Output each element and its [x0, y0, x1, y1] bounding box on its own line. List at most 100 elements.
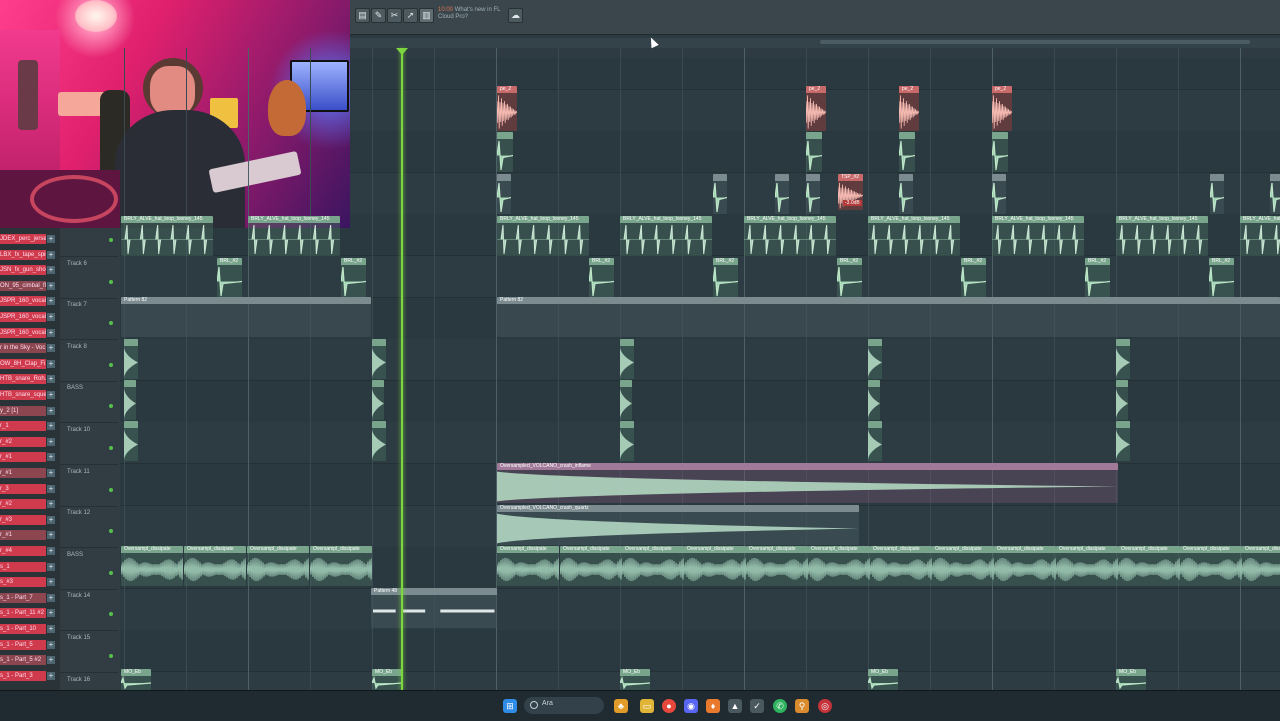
channel-item[interactable]: r_1 +	[0, 421, 56, 432]
playlist-clip[interactable]: Oversampl_dissipate	[310, 546, 372, 586]
channel-item[interactable]: r in the Sky - Voc... +	[0, 343, 56, 354]
channel-item[interactable]: s_1 - Part_5 #2 +	[0, 655, 56, 666]
track-header[interactable]: Track 7	[60, 299, 118, 341]
playlist-lane[interactable]	[120, 380, 1280, 423]
playlist-clip[interactable]	[1210, 174, 1224, 214]
playlist-clip[interactable]: BRL_#2	[589, 258, 614, 298]
playlist-clip[interactable]	[992, 174, 1006, 214]
fl-studio-running-icon[interactable]: ♦	[706, 699, 720, 713]
channel-item[interactable]: r_#2 +	[0, 436, 56, 448]
channel-item[interactable]: HTB_snare_Roh... +	[0, 374, 56, 385]
playlist-clip[interactable]	[372, 339, 386, 379]
track-header[interactable]: BASS	[60, 549, 118, 590]
playlist-clip[interactable]: BRLY_ALVE_hat_loop_looney_145	[744, 216, 836, 256]
channel-name[interactable]: HTB_snare_squea...	[0, 390, 46, 400]
playlist-clip[interactable]: BRLY_ALVE_hat_loop_looney_145	[121, 216, 213, 256]
playlist-clip[interactable]	[899, 174, 913, 214]
playlist-clip[interactable]	[868, 339, 882, 379]
playlist-clip[interactable]	[775, 174, 789, 214]
channel-add-icon[interactable]: +	[47, 547, 55, 555]
playlist-clip[interactable]: BRLY_ALVE_hat_loop_looney_145	[992, 216, 1084, 256]
channel-add-icon[interactable]: +	[47, 235, 55, 243]
channel-add-icon[interactable]: +	[47, 469, 55, 477]
channel-item[interactable]: JSPR_160_vocal... +	[0, 327, 56, 339]
playlist-clip[interactable]: BRLY_ALVE_hat_loop_looney_145	[1116, 216, 1208, 256]
playlist-clip[interactable]: Oversampl_dissipate	[184, 546, 246, 586]
playlist-clip[interactable]: Oversampl_dissipate	[247, 546, 309, 586]
playlist-lane[interactable]	[120, 422, 1280, 465]
channel-item[interactable]: s_1 - Part_3 +	[0, 670, 56, 682]
channel-item[interactable]: JSPR_160_vocal... +	[0, 312, 56, 323]
channel-name[interactable]: s_1 - Part_3	[0, 670, 46, 681]
channel-add-icon[interactable]: +	[47, 515, 55, 524]
channel-name[interactable]: r_#2	[0, 499, 46, 510]
channel-name[interactable]: JDEX_perc_jersey...	[0, 234, 46, 244]
playlist-clip[interactable]	[124, 380, 136, 420]
playlist-clip[interactable]: Oversampl_dissipate	[1242, 546, 1280, 586]
check-icon[interactable]: ✓	[750, 699, 764, 713]
playlist-clip[interactable]: BRL_#2	[1209, 258, 1234, 298]
playlist-clip[interactable]: pe_2	[806, 86, 826, 131]
brush-icon[interactable]: ✎	[371, 8, 386, 23]
track-mute-led[interactable]	[109, 238, 113, 242]
channel-add-icon[interactable]: +	[47, 484, 55, 493]
channel-name[interactable]: r_#4	[0, 546, 46, 556]
track-mute-led[interactable]	[109, 529, 113, 534]
channel-item[interactable]: OW_8H_Clap_Fi... +	[0, 358, 56, 370]
playlist-lane[interactable]	[120, 339, 1280, 382]
channel-add-icon[interactable]: +	[47, 562, 55, 571]
playlist-clip[interactable]	[1116, 421, 1130, 461]
playlist-clip[interactable]	[124, 339, 138, 379]
channel-item[interactable]: r_#1 +	[0, 468, 56, 479]
paste-icon[interactable]: ▤	[355, 8, 370, 23]
channel-add-icon[interactable]: +	[47, 453, 55, 462]
channel-add-icon[interactable]: +	[47, 359, 55, 368]
playlist-clip[interactable]: BRLY_ALVE_hat_loop_looney_145	[248, 216, 340, 256]
channel-name[interactable]: OW_8H_Clap_Fi...	[0, 358, 46, 369]
playlist-clip[interactable]	[620, 380, 632, 420]
playlist-clip[interactable]: Oversampl_dissipate	[560, 546, 622, 586]
zoom-icon[interactable]: ▥	[419, 8, 434, 23]
channel-name[interactable]: JSPR_160_vocal...	[0, 296, 46, 307]
channel-name[interactable]: LBX_fx_tape_spinba...	[0, 249, 46, 260]
track-header[interactable]: Track 12	[60, 507, 118, 549]
playlist-clip[interactable]	[899, 132, 915, 172]
playlist-clip[interactable]	[1116, 339, 1130, 379]
file-explorer-icon[interactable]: ▭	[640, 699, 654, 713]
channel-add-icon[interactable]: +	[47, 671, 55, 680]
timeline-ruler[interactable]	[350, 48, 1280, 58]
track-mute-led[interactable]	[109, 612, 113, 617]
playlist-clip[interactable]	[372, 380, 384, 420]
playlist-clip[interactable]: Oversampl_dissipate	[1118, 546, 1180, 586]
select-icon[interactable]: ➚	[403, 8, 418, 23]
playlist-clip[interactable]	[372, 421, 386, 461]
track-header[interactable]: Track 11	[60, 466, 118, 507]
channel-add-icon[interactable]: +	[47, 656, 55, 665]
channel-add-icon[interactable]: +	[47, 422, 55, 431]
channel-add-icon[interactable]: +	[47, 344, 55, 353]
channel-add-icon[interactable]: +	[47, 297, 55, 306]
playlist-clip[interactable]: Pattern 82	[497, 297, 1280, 337]
playlist-clip[interactable]	[868, 421, 882, 461]
playlist-clip[interactable]: MO_Eb	[868, 669, 898, 690]
channel-add-icon[interactable]: +	[47, 437, 55, 446]
channel-item[interactable]: s_1 - Part_7 +	[0, 592, 56, 604]
channel-add-icon[interactable]: +	[47, 531, 55, 540]
channel-name[interactable]: JSPR_160_vocal...	[0, 312, 46, 322]
channel-name[interactable]: y_2 [1]	[0, 405, 46, 416]
obs-record-icon[interactable]: ◎	[818, 699, 832, 713]
playlist-clip[interactable]	[868, 380, 880, 420]
playlist-clip[interactable]: BRL_#2	[341, 258, 366, 298]
playhead[interactable]	[401, 48, 403, 690]
track-header[interactable]: Track 14	[60, 590, 118, 632]
channel-item[interactable]: s_1 +	[0, 561, 56, 573]
playlist-clip[interactable]: Oversampl_dissipate	[994, 546, 1056, 586]
track-header[interactable]	[60, 216, 118, 257]
playlist-clip[interactable]: pe_2	[497, 86, 517, 131]
track-mute-led[interactable]	[109, 321, 113, 326]
playlist-clip[interactable]	[620, 421, 634, 461]
channel-add-icon[interactable]: +	[47, 609, 55, 618]
channel-item[interactable]: r_#2 +	[0, 499, 56, 510]
channel-name[interactable]: s_1 - Part_5	[0, 639, 46, 650]
channel-name[interactable]: r_#3	[0, 514, 46, 525]
